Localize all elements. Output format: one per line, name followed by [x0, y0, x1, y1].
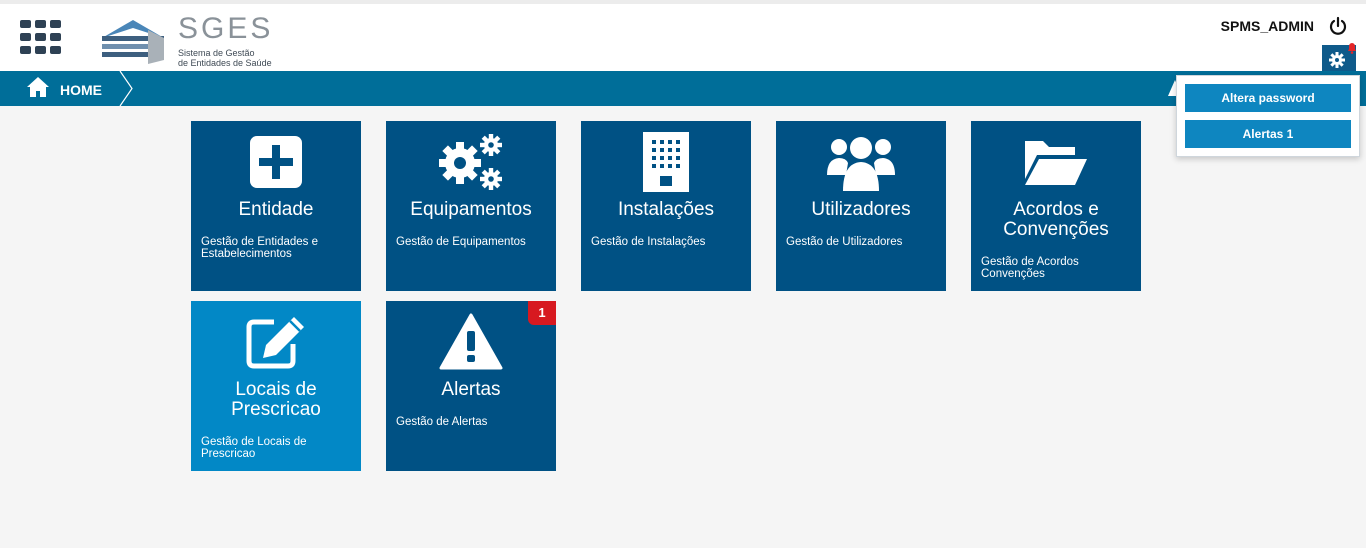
tile-title: Entidade — [238, 199, 314, 220]
tile-title: Alertas — [441, 379, 501, 400]
tile-equipamentos[interactable]: Equipamentos Gestão de Equipamentos — [386, 121, 556, 291]
tile-title: Utilizadores — [811, 199, 911, 220]
user-dropdown-menu: Altera password Alertas 1 — [1176, 75, 1360, 157]
tile-description: Gestão de Equipamentos — [396, 236, 526, 248]
logo-title: SGES — [178, 12, 274, 45]
sges-logo[interactable]: SGES Sistema de Gestão de Entidades de S… — [100, 12, 280, 70]
home-icon — [27, 77, 49, 97]
warning-icon — [439, 313, 503, 370]
tile-utilizadores[interactable]: Utilizadores Gestão de Utilizadores — [776, 121, 946, 291]
logo-subtitle: Sistema de Gestão de Entidades de Saúde — [178, 48, 288, 68]
alerts-menu-item[interactable]: Alertas 1 — [1185, 120, 1351, 148]
tile-description: Gestão de Acordos Convenções — [981, 256, 1079, 280]
tile-icon-wrap — [386, 309, 556, 375]
tile-icon-wrap — [971, 129, 1141, 195]
tile-instalacoes[interactable]: Instalações Gestão de Instalações — [581, 121, 751, 291]
change-password-menu-item[interactable]: Altera password — [1185, 84, 1351, 112]
tile-description: Gestão de Entidades e Estabelecimentos — [201, 236, 318, 260]
tile-entidade[interactable]: Entidade Gestão de Entidades e Estabelec… — [191, 121, 361, 291]
breadcrumb-chevron-icon — [119, 71, 133, 106]
plus-square-icon — [250, 136, 302, 188]
users-icon — [827, 137, 895, 191]
edit-icon — [246, 317, 304, 369]
bell-alert-icon — [1348, 43, 1356, 54]
tile-icon-wrap — [191, 129, 361, 195]
username-label[interactable]: SPMS_ADMIN — [1221, 18, 1314, 34]
logo-subtitle-line1: Sistema de Gestão — [178, 48, 255, 58]
tile-icon-wrap — [191, 309, 361, 375]
tile-title: Instalações — [617, 199, 715, 220]
building-icon — [643, 132, 689, 192]
navbar: HOME — [0, 71, 1366, 106]
header: SGES Sistema de Gestão de Entidades de S… — [0, 0, 1366, 73]
breadcrumb-home[interactable]: HOME — [0, 71, 134, 106]
tile-icon-wrap — [581, 129, 751, 195]
sges-logo-icon — [102, 20, 164, 64]
tile-alertas[interactable]: 1 Alertas Gestão de Alertas — [386, 301, 556, 471]
tile-title: Equipamentos — [410, 199, 532, 220]
tile-description: Gestão de Utilizadores — [786, 236, 903, 248]
home-label: HOME — [60, 82, 102, 98]
tile-title: Acordos e Convenções — [1003, 199, 1109, 240]
tile-icon-wrap — [386, 129, 556, 195]
gears-icon — [439, 134, 502, 190]
tile-acordos-convencoes[interactable]: Acordos e Convenções Gestão de Acordos C… — [971, 121, 1141, 291]
tile-title: Locais de Prescricao — [231, 379, 321, 420]
power-icon[interactable] — [1328, 16, 1348, 36]
apps-grid-icon[interactable] — [20, 20, 62, 54]
tile-description: Gestão de Locais de Prescricao — [201, 436, 307, 460]
tile-description: Gestão de Instalações — [591, 236, 706, 248]
tile-locais-prescricao[interactable]: Locais de Prescricao Gestão de Locais de… — [191, 301, 361, 471]
settings-button[interactable] — [1322, 43, 1356, 73]
folder-open-icon — [1025, 141, 1087, 185]
tile-icon-wrap — [776, 129, 946, 195]
tile-description: Gestão de Alertas — [396, 416, 488, 428]
logo-subtitle-line2: de Entidades de Saúde — [178, 58, 272, 68]
